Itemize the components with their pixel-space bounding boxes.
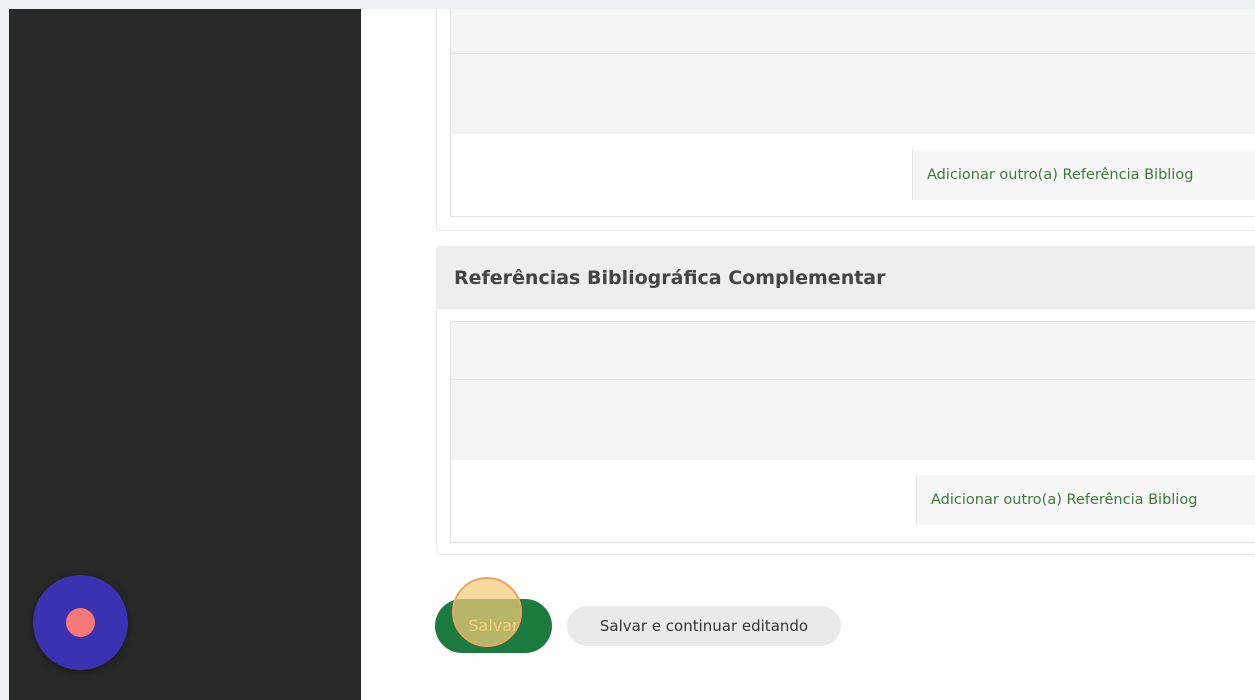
main-content: Adicionar outro(a) Referência Bibliog Re…: [361, 9, 1255, 700]
add-another-link[interactable]: Adicionar outro(a) Referência Bibliog: [912, 150, 1255, 200]
save-and-continue-button[interactable]: Salvar e continuar editando: [567, 606, 841, 646]
inline-module-referencias-complementar: Referências Bibliográfica Complementar A…: [436, 246, 1255, 555]
module-title: Referências Bibliográfica Complementar: [437, 247, 1255, 309]
record-button[interactable]: [33, 575, 128, 670]
inline-group: Adicionar outro(a) Referência Bibliog: [450, 9, 1255, 217]
inline-group: Adicionar outro(a) Referência Bibliog: [450, 321, 1255, 543]
inline-row-header: [451, 9, 1255, 54]
inline-module-referencias-basica: Adicionar outro(a) Referência Bibliog: [436, 9, 1255, 231]
inline-row-header: [451, 322, 1255, 380]
add-another-link[interactable]: Adicionar outro(a) Referência Bibliog: [916, 475, 1255, 525]
inline-row-body: [451, 380, 1255, 460]
save-button[interactable]: Salvar: [435, 599, 552, 653]
record-icon: [66, 608, 95, 637]
inline-row-body: [451, 54, 1255, 134]
